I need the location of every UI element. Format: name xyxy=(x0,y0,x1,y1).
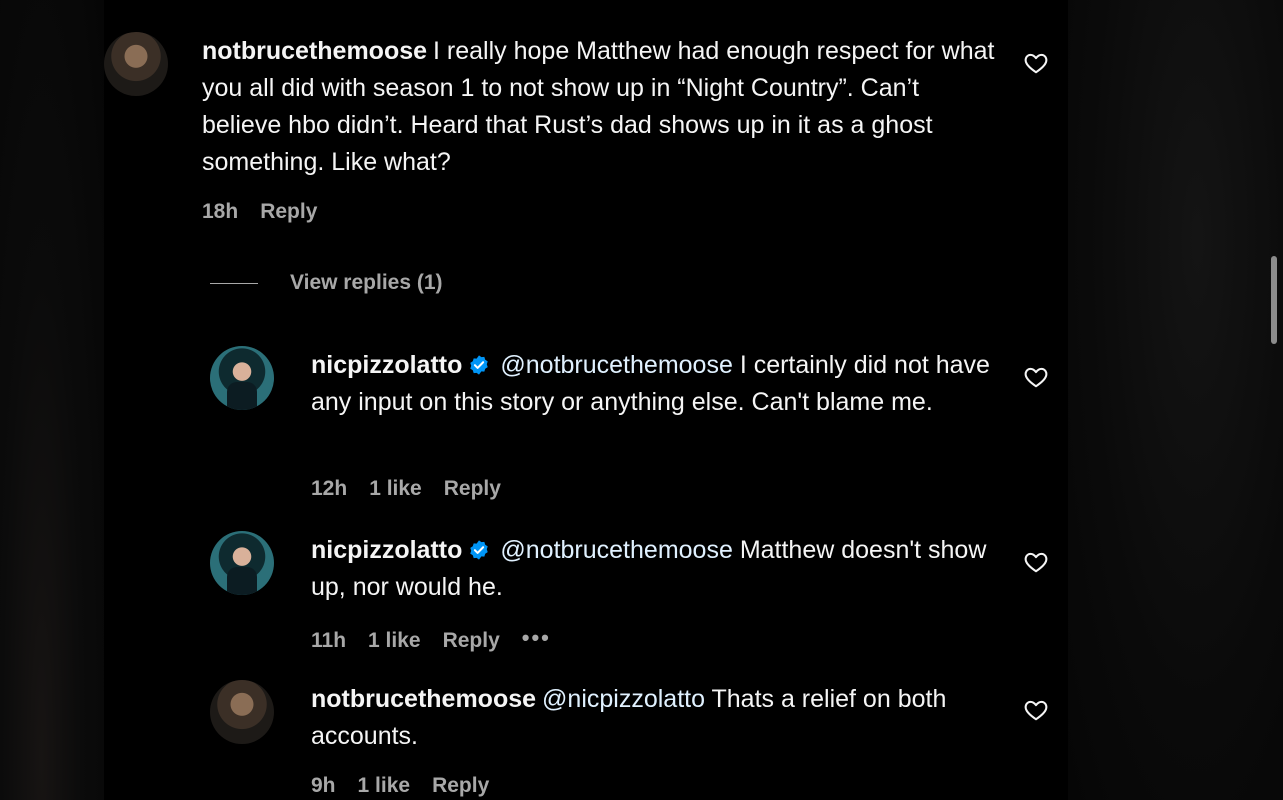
avatar[interactable] xyxy=(210,531,274,595)
comment-time: 11h xyxy=(311,629,347,652)
view-replies-divider xyxy=(210,282,258,284)
reply-button[interactable]: Reply xyxy=(260,200,317,223)
like-count[interactable]: 1 like xyxy=(369,477,422,500)
comment-body: notbrucethemoose @nicpizzolatto Thats a r… xyxy=(311,681,1001,755)
comment-mention[interactable]: @nicpizzolatto xyxy=(542,685,705,713)
background-left xyxy=(0,0,104,800)
background-right xyxy=(1068,0,1283,800)
comment-meta: 12h 1 like Reply xyxy=(311,477,523,501)
verified-badge-icon xyxy=(470,355,489,375)
comment-meta: 18h Reply xyxy=(202,200,339,224)
comment-username[interactable]: nicpizzolatto xyxy=(311,536,462,564)
heart-outline-icon[interactable] xyxy=(1023,549,1049,575)
heart-outline-icon[interactable] xyxy=(1023,364,1049,390)
comment-body: nicpizzolatto @notbrucethemoose I certain… xyxy=(311,347,1001,421)
reply-button[interactable]: Reply xyxy=(443,629,500,652)
comment-time: 9h xyxy=(311,774,336,797)
like-count[interactable]: 1 like xyxy=(368,629,421,652)
like-count[interactable]: 1 like xyxy=(358,774,411,797)
avatar[interactable] xyxy=(104,32,168,96)
comment-mention[interactable]: @notbrucethemoose xyxy=(500,351,732,379)
heart-outline-icon[interactable] xyxy=(1023,50,1049,76)
comment-time: 18h xyxy=(202,200,239,223)
scrollbar-thumb[interactable] xyxy=(1271,256,1277,344)
reply-button[interactable]: Reply xyxy=(444,477,501,500)
view-replies-label: View replies (1) xyxy=(290,271,443,294)
comment-meta: 9h 1 like Reply xyxy=(311,774,511,798)
heart-outline-icon[interactable] xyxy=(1023,697,1049,723)
comment-body: notbrucethemoose I really hope Matthew ha… xyxy=(202,33,1002,181)
more-options-icon[interactable]: ••• xyxy=(522,625,551,651)
comment-time: 12h xyxy=(311,477,348,500)
reply-button[interactable]: Reply xyxy=(432,774,489,797)
avatar[interactable] xyxy=(210,346,274,410)
view-replies-button[interactable]: View replies (1) xyxy=(210,271,443,295)
comment-mention[interactable]: @notbrucethemoose xyxy=(500,536,732,564)
comment-body: nicpizzolatto @notbrucethemoose Matthew d… xyxy=(311,532,1001,606)
comment-username[interactable]: notbrucethemoose xyxy=(202,37,427,65)
avatar[interactable] xyxy=(210,680,274,744)
verified-badge-icon xyxy=(470,540,489,560)
comment-username[interactable]: nicpizzolatto xyxy=(311,351,462,379)
comment-username[interactable]: notbrucethemoose xyxy=(311,685,536,713)
comment-meta: 11h 1 like Reply ••• xyxy=(311,625,573,653)
